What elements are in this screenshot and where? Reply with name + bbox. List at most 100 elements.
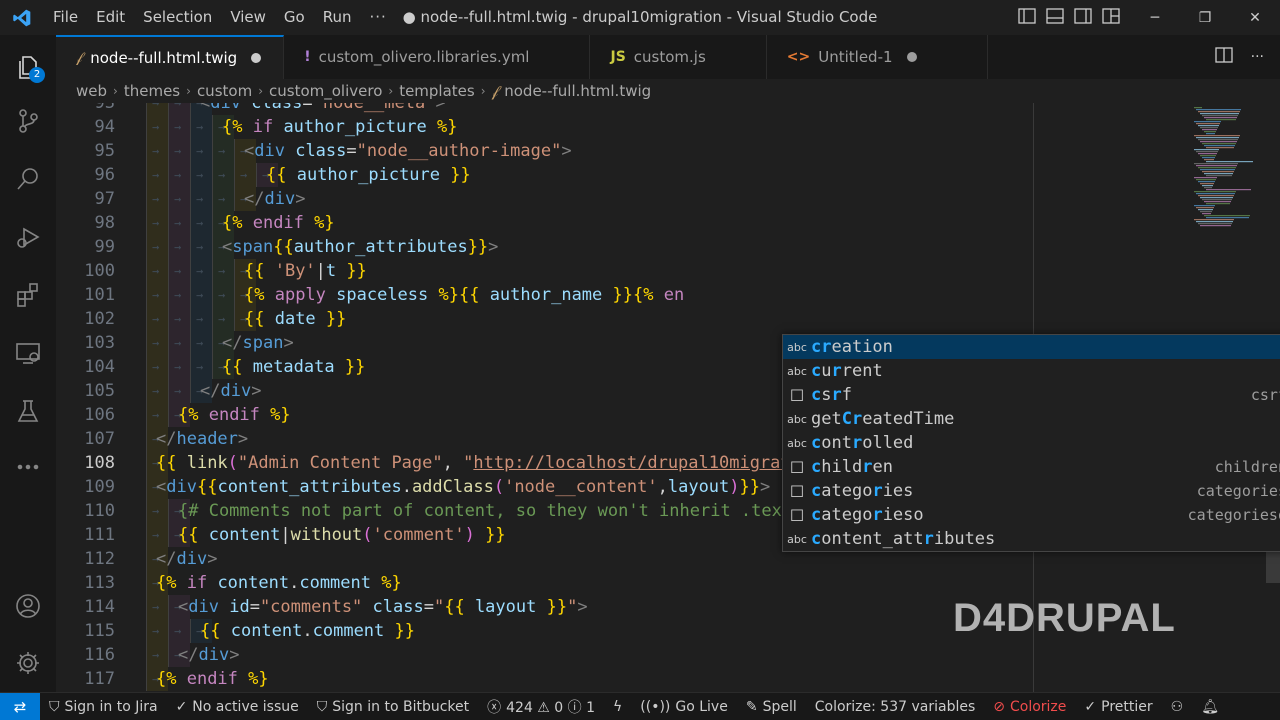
more-views-icon[interactable] [0, 443, 56, 491]
breadcrumb-item[interactable]: web [76, 82, 107, 100]
unsaved-dot-icon[interactable] [906, 52, 917, 62]
breadcrumb-item[interactable]: custom_olivero [269, 82, 382, 100]
testing-icon[interactable] [0, 387, 56, 435]
line-number: 111 [84, 525, 115, 545]
suggestion-label-part: atego [821, 505, 873, 525]
menu-item-edit[interactable]: Edit [87, 0, 134, 35]
toggle-secondary-sidebar-icon[interactable] [1074, 7, 1092, 28]
whitespace-arrow-icon: → [174, 216, 182, 230]
tab-node-full-html-twig[interactable]: 𝒻 node--full.html.twig [56, 35, 285, 79]
golive-status[interactable]: ((•)) Go Live [631, 693, 737, 720]
explorer-icon[interactable]: 2 [0, 43, 56, 91]
issue-status[interactable]: ✓ No active issue [167, 693, 308, 720]
breadcrumb-item[interactable]: custom [197, 82, 252, 100]
customize-layout-icon[interactable] [1102, 7, 1120, 28]
bitbucket-status[interactable]: ⛉ Sign in to Bitbucket [308, 693, 478, 720]
suggestion-item[interactable]: abc controlled [783, 431, 1280, 455]
code-token: {{ [196, 477, 218, 497]
suggestion-item[interactable]: ☐ children children [783, 455, 1280, 479]
suggestion-item[interactable]: abc getCreatedTime [783, 407, 1280, 431]
tab-custom-js[interactable]: JS custom.js [590, 35, 767, 79]
restore-icon[interactable]: ❐ [1180, 0, 1230, 35]
suggestion-item[interactable]: ☐ categorieso categorieso [783, 503, 1280, 527]
property-kind-icon: ☐ [789, 505, 805, 525]
suggestion-item[interactable]: abc current [783, 359, 1280, 383]
status-label: No active issue [192, 698, 299, 715]
bell-status[interactable]: 🔔︎ [1192, 693, 1228, 720]
person-status[interactable]: ⚇ [1162, 693, 1193, 720]
toggle-panel-icon[interactable] [1046, 7, 1064, 28]
unsaved-dot-icon[interactable] [251, 53, 262, 63]
minimize-icon[interactable]: ─ [1130, 0, 1180, 35]
source-control-icon[interactable] [0, 97, 56, 145]
code-token: div [176, 549, 208, 569]
tab-untitled-1[interactable]: <> Untitled-1 [766, 35, 988, 79]
whitespace-arrow-icon: → [152, 648, 160, 662]
code-token: author_picture [273, 117, 427, 137]
suggestion-label-part: c [811, 361, 822, 381]
code-token: if [242, 117, 274, 137]
line-number: 114 [84, 597, 115, 617]
code-token: content_attributes [217, 477, 402, 497]
person-icon: ⚇ [1170, 698, 1184, 715]
search-icon[interactable] [0, 155, 56, 203]
code-text: {% if author_picture %} [222, 115, 457, 139]
problems-status[interactable]: ⓧ 424 ⚠ 0 ⓘ 1 [478, 693, 604, 720]
whitespace-arrow-icon: → [196, 288, 204, 302]
code-token: span [232, 237, 274, 257]
code-token: "node__meta" [312, 103, 436, 113]
remote-explorer-icon[interactable] [0, 329, 56, 377]
whitespace-arrow-icon: → [152, 144, 160, 158]
tab-custom-olivero-libraries-yml[interactable]: ! custom_olivero.libraries.yml [284, 35, 591, 79]
code-token: > [295, 189, 306, 209]
jira-status[interactable]: ⛉ Sign in to Jira [40, 693, 167, 720]
code-token: > [251, 381, 262, 401]
code-token: </ [156, 429, 177, 449]
suggestion-label: children [811, 457, 893, 477]
status-label: 424 ⚠ 0 ⓘ 1 [506, 699, 596, 716]
breadcrumb-item[interactable]: templates [399, 82, 475, 100]
menu-item-file[interactable]: File [44, 0, 87, 35]
colorize-vars-status[interactable]: Colorize: 537 variables [806, 693, 985, 720]
line-number: 108 [84, 453, 115, 473]
lightning-icon: ϟ [613, 698, 623, 715]
suggestion-item[interactable]: abc creation [783, 335, 1280, 359]
suggestion-label-part: c [811, 433, 822, 453]
code-token: div [210, 103, 241, 113]
whitespace-arrow-icon: → [218, 288, 226, 302]
window-title: ● node--full.html.twig - drupal10migrati… [402, 8, 878, 26]
manage-gear-icon[interactable] [0, 639, 56, 687]
toggle-primary-sidebar-icon[interactable] [1018, 7, 1036, 28]
lightning-status[interactable]: ϟ [604, 693, 631, 720]
code-token: {{ [266, 165, 287, 185]
spell-status[interactable]: ✎ Spell [737, 693, 806, 720]
breadcrumb-item[interactable]: themes [124, 82, 180, 100]
menu-item-go[interactable]: Go [275, 0, 314, 35]
run-debug-icon[interactable] [0, 213, 56, 261]
breadcrumb-item[interactable]: node--full.html.twig [504, 82, 651, 100]
whitespace-arrow-icon: → [196, 144, 204, 158]
code-token: < [200, 103, 211, 113]
prettier-status[interactable]: ✓ Prettier [1075, 693, 1161, 720]
suggestion-item[interactable]: abc content_attributes [783, 527, 1280, 551]
menu-item-selection[interactable]: Selection [134, 0, 221, 35]
extensions-icon[interactable] [0, 271, 56, 319]
code-token: 'By' [264, 261, 316, 281]
line-number: 98 [94, 213, 115, 233]
remote-indicator-icon[interactable]: ⇄ [0, 692, 40, 720]
suggestion-item[interactable]: ☐ categories categories [783, 479, 1280, 503]
colorize-status[interactable]: ⊘ Colorize [984, 693, 1075, 720]
suggestion-item[interactable]: ☐csrfcsrf [783, 383, 1280, 407]
close-icon[interactable]: ✕ [1230, 0, 1280, 35]
bitbucket-icon: ⛉ [316, 698, 328, 715]
spell-icon: ✎ [745, 698, 758, 715]
code-line: 95 → → → → → <div class="node__author-image"> [56, 139, 1196, 163]
split-editor-icon[interactable] [1214, 47, 1233, 67]
code-token: ) [464, 525, 475, 545]
menu-item-run[interactable]: Run [314, 0, 361, 35]
more-actions-icon[interactable]: ··· [1251, 49, 1264, 65]
accounts-icon[interactable] [0, 582, 56, 630]
menu-item-view[interactable]: View [221, 0, 275, 35]
whitespace-arrow-icon: → [174, 168, 182, 182]
code-text: <div class="node__author-image"> [244, 139, 572, 163]
